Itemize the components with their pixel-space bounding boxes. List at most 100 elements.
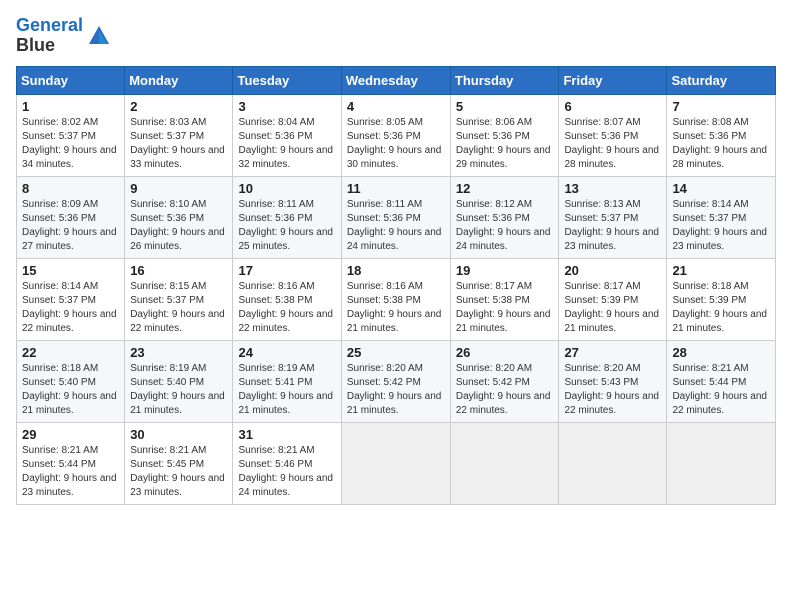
- calendar-header-thursday: Thursday: [450, 66, 559, 94]
- day-info: Sunrise: 8:13 AMSunset: 5:37 PMDaylight:…: [564, 199, 659, 252]
- calendar-day-cell: 13 Sunrise: 8:13 AMSunset: 5:37 PMDaylig…: [559, 176, 667, 258]
- day-number: 8: [22, 181, 119, 196]
- calendar-day-cell: 17 Sunrise: 8:16 AMSunset: 5:38 PMDaylig…: [233, 258, 341, 340]
- day-number: 2: [130, 99, 227, 114]
- day-number: 13: [564, 181, 661, 196]
- calendar-day-cell: 28 Sunrise: 8:21 AMSunset: 5:44 PMDaylig…: [667, 340, 776, 422]
- header: GeneralBlue: [16, 16, 776, 56]
- calendar-day-cell: 31 Sunrise: 8:21 AMSunset: 5:46 PMDaylig…: [233, 422, 341, 504]
- day-info: Sunrise: 8:05 AMSunset: 5:36 PMDaylight:…: [347, 117, 442, 170]
- day-number: 16: [130, 263, 227, 278]
- day-info: Sunrise: 8:21 AMSunset: 5:44 PMDaylight:…: [22, 445, 117, 498]
- day-info: Sunrise: 8:20 AMSunset: 5:42 PMDaylight:…: [347, 363, 442, 416]
- calendar-day-cell: 7 Sunrise: 8:08 AMSunset: 5:36 PMDayligh…: [667, 94, 776, 176]
- calendar-header-tuesday: Tuesday: [233, 66, 341, 94]
- calendar-day-cell: 3 Sunrise: 8:04 AMSunset: 5:36 PMDayligh…: [233, 94, 341, 176]
- calendar-header-row: SundayMondayTuesdayWednesdayThursdayFrid…: [17, 66, 776, 94]
- day-number: 17: [238, 263, 335, 278]
- day-info: Sunrise: 8:21 AMSunset: 5:45 PMDaylight:…: [130, 445, 225, 498]
- day-info: Sunrise: 8:17 AMSunset: 5:38 PMDaylight:…: [456, 281, 551, 334]
- day-number: 4: [347, 99, 445, 114]
- day-info: Sunrise: 8:07 AMSunset: 5:36 PMDaylight:…: [564, 117, 659, 170]
- calendar-day-cell: [667, 422, 776, 504]
- calendar-day-cell: 15 Sunrise: 8:14 AMSunset: 5:37 PMDaylig…: [17, 258, 125, 340]
- calendar-week-row: 8 Sunrise: 8:09 AMSunset: 5:36 PMDayligh…: [17, 176, 776, 258]
- day-info: Sunrise: 8:08 AMSunset: 5:36 PMDaylight:…: [672, 117, 767, 170]
- calendar-day-cell: 9 Sunrise: 8:10 AMSunset: 5:36 PMDayligh…: [125, 176, 233, 258]
- day-info: Sunrise: 8:04 AMSunset: 5:36 PMDaylight:…: [238, 117, 333, 170]
- day-info: Sunrise: 8:11 AMSunset: 5:36 PMDaylight:…: [238, 199, 333, 252]
- day-number: 7: [672, 99, 770, 114]
- calendar-day-cell: 10 Sunrise: 8:11 AMSunset: 5:36 PMDaylig…: [233, 176, 341, 258]
- calendar-day-cell: [450, 422, 559, 504]
- logo-text: GeneralBlue: [16, 16, 83, 56]
- day-number: 11: [347, 181, 445, 196]
- calendar-day-cell: 30 Sunrise: 8:21 AMSunset: 5:45 PMDaylig…: [125, 422, 233, 504]
- calendar-day-cell: 5 Sunrise: 8:06 AMSunset: 5:36 PMDayligh…: [450, 94, 559, 176]
- calendar-week-row: 15 Sunrise: 8:14 AMSunset: 5:37 PMDaylig…: [17, 258, 776, 340]
- day-number: 18: [347, 263, 445, 278]
- calendar-header-monday: Monday: [125, 66, 233, 94]
- calendar-day-cell: 6 Sunrise: 8:07 AMSunset: 5:36 PMDayligh…: [559, 94, 667, 176]
- day-info: Sunrise: 8:21 AMSunset: 5:44 PMDaylight:…: [672, 363, 767, 416]
- day-number: 23: [130, 345, 227, 360]
- calendar-day-cell: 11 Sunrise: 8:11 AMSunset: 5:36 PMDaylig…: [341, 176, 450, 258]
- day-number: 24: [238, 345, 335, 360]
- calendar-header-friday: Friday: [559, 66, 667, 94]
- day-info: Sunrise: 8:20 AMSunset: 5:42 PMDaylight:…: [456, 363, 551, 416]
- calendar-week-row: 29 Sunrise: 8:21 AMSunset: 5:44 PMDaylig…: [17, 422, 776, 504]
- day-info: Sunrise: 8:03 AMSunset: 5:37 PMDaylight:…: [130, 117, 225, 170]
- day-number: 19: [456, 263, 554, 278]
- calendar-day-cell: 18 Sunrise: 8:16 AMSunset: 5:38 PMDaylig…: [341, 258, 450, 340]
- day-info: Sunrise: 8:12 AMSunset: 5:36 PMDaylight:…: [456, 199, 551, 252]
- calendar-table: SundayMondayTuesdayWednesdayThursdayFrid…: [16, 66, 776, 505]
- day-info: Sunrise: 8:14 AMSunset: 5:37 PMDaylight:…: [22, 281, 117, 334]
- day-info: Sunrise: 8:18 AMSunset: 5:39 PMDaylight:…: [672, 281, 767, 334]
- calendar-day-cell: 29 Sunrise: 8:21 AMSunset: 5:44 PMDaylig…: [17, 422, 125, 504]
- calendar-week-row: 1 Sunrise: 8:02 AMSunset: 5:37 PMDayligh…: [17, 94, 776, 176]
- day-info: Sunrise: 8:16 AMSunset: 5:38 PMDaylight:…: [238, 281, 333, 334]
- day-number: 6: [564, 99, 661, 114]
- calendar-day-cell: 22 Sunrise: 8:18 AMSunset: 5:40 PMDaylig…: [17, 340, 125, 422]
- calendar-day-cell: 24 Sunrise: 8:19 AMSunset: 5:41 PMDaylig…: [233, 340, 341, 422]
- day-info: Sunrise: 8:19 AMSunset: 5:41 PMDaylight:…: [238, 363, 333, 416]
- calendar-header-wednesday: Wednesday: [341, 66, 450, 94]
- calendar-day-cell: 2 Sunrise: 8:03 AMSunset: 5:37 PMDayligh…: [125, 94, 233, 176]
- calendar-container: GeneralBlue SundayMondayTuesdayWednesday…: [0, 0, 792, 515]
- calendar-day-cell: 26 Sunrise: 8:20 AMSunset: 5:42 PMDaylig…: [450, 340, 559, 422]
- day-number: 12: [456, 181, 554, 196]
- calendar-day-cell: 8 Sunrise: 8:09 AMSunset: 5:36 PMDayligh…: [17, 176, 125, 258]
- day-number: 20: [564, 263, 661, 278]
- day-number: 31: [238, 427, 335, 442]
- day-info: Sunrise: 8:17 AMSunset: 5:39 PMDaylight:…: [564, 281, 659, 334]
- day-number: 3: [238, 99, 335, 114]
- day-number: 15: [22, 263, 119, 278]
- day-number: 28: [672, 345, 770, 360]
- day-number: 21: [672, 263, 770, 278]
- day-number: 10: [238, 181, 335, 196]
- calendar-day-cell: 25 Sunrise: 8:20 AMSunset: 5:42 PMDaylig…: [341, 340, 450, 422]
- day-info: Sunrise: 8:21 AMSunset: 5:46 PMDaylight:…: [238, 445, 333, 498]
- day-info: Sunrise: 8:06 AMSunset: 5:36 PMDaylight:…: [456, 117, 551, 170]
- calendar-day-cell: 19 Sunrise: 8:17 AMSunset: 5:38 PMDaylig…: [450, 258, 559, 340]
- day-number: 5: [456, 99, 554, 114]
- calendar-day-cell: 1 Sunrise: 8:02 AMSunset: 5:37 PMDayligh…: [17, 94, 125, 176]
- day-info: Sunrise: 8:09 AMSunset: 5:36 PMDaylight:…: [22, 199, 117, 252]
- day-info: Sunrise: 8:02 AMSunset: 5:37 PMDaylight:…: [22, 117, 117, 170]
- day-info: Sunrise: 8:14 AMSunset: 5:37 PMDaylight:…: [672, 199, 767, 252]
- calendar-day-cell: 27 Sunrise: 8:20 AMSunset: 5:43 PMDaylig…: [559, 340, 667, 422]
- day-number: 25: [347, 345, 445, 360]
- day-number: 22: [22, 345, 119, 360]
- logo-icon: [85, 22, 113, 50]
- calendar-header-saturday: Saturday: [667, 66, 776, 94]
- calendar-day-cell: 14 Sunrise: 8:14 AMSunset: 5:37 PMDaylig…: [667, 176, 776, 258]
- calendar-day-cell: 16 Sunrise: 8:15 AMSunset: 5:37 PMDaylig…: [125, 258, 233, 340]
- calendar-header-sunday: Sunday: [17, 66, 125, 94]
- day-number: 14: [672, 181, 770, 196]
- calendar-day-cell: 21 Sunrise: 8:18 AMSunset: 5:39 PMDaylig…: [667, 258, 776, 340]
- calendar-day-cell: 12 Sunrise: 8:12 AMSunset: 5:36 PMDaylig…: [450, 176, 559, 258]
- day-info: Sunrise: 8:15 AMSunset: 5:37 PMDaylight:…: [130, 281, 225, 334]
- day-info: Sunrise: 8:18 AMSunset: 5:40 PMDaylight:…: [22, 363, 117, 416]
- calendar-day-cell: 23 Sunrise: 8:19 AMSunset: 5:40 PMDaylig…: [125, 340, 233, 422]
- day-info: Sunrise: 8:20 AMSunset: 5:43 PMDaylight:…: [564, 363, 659, 416]
